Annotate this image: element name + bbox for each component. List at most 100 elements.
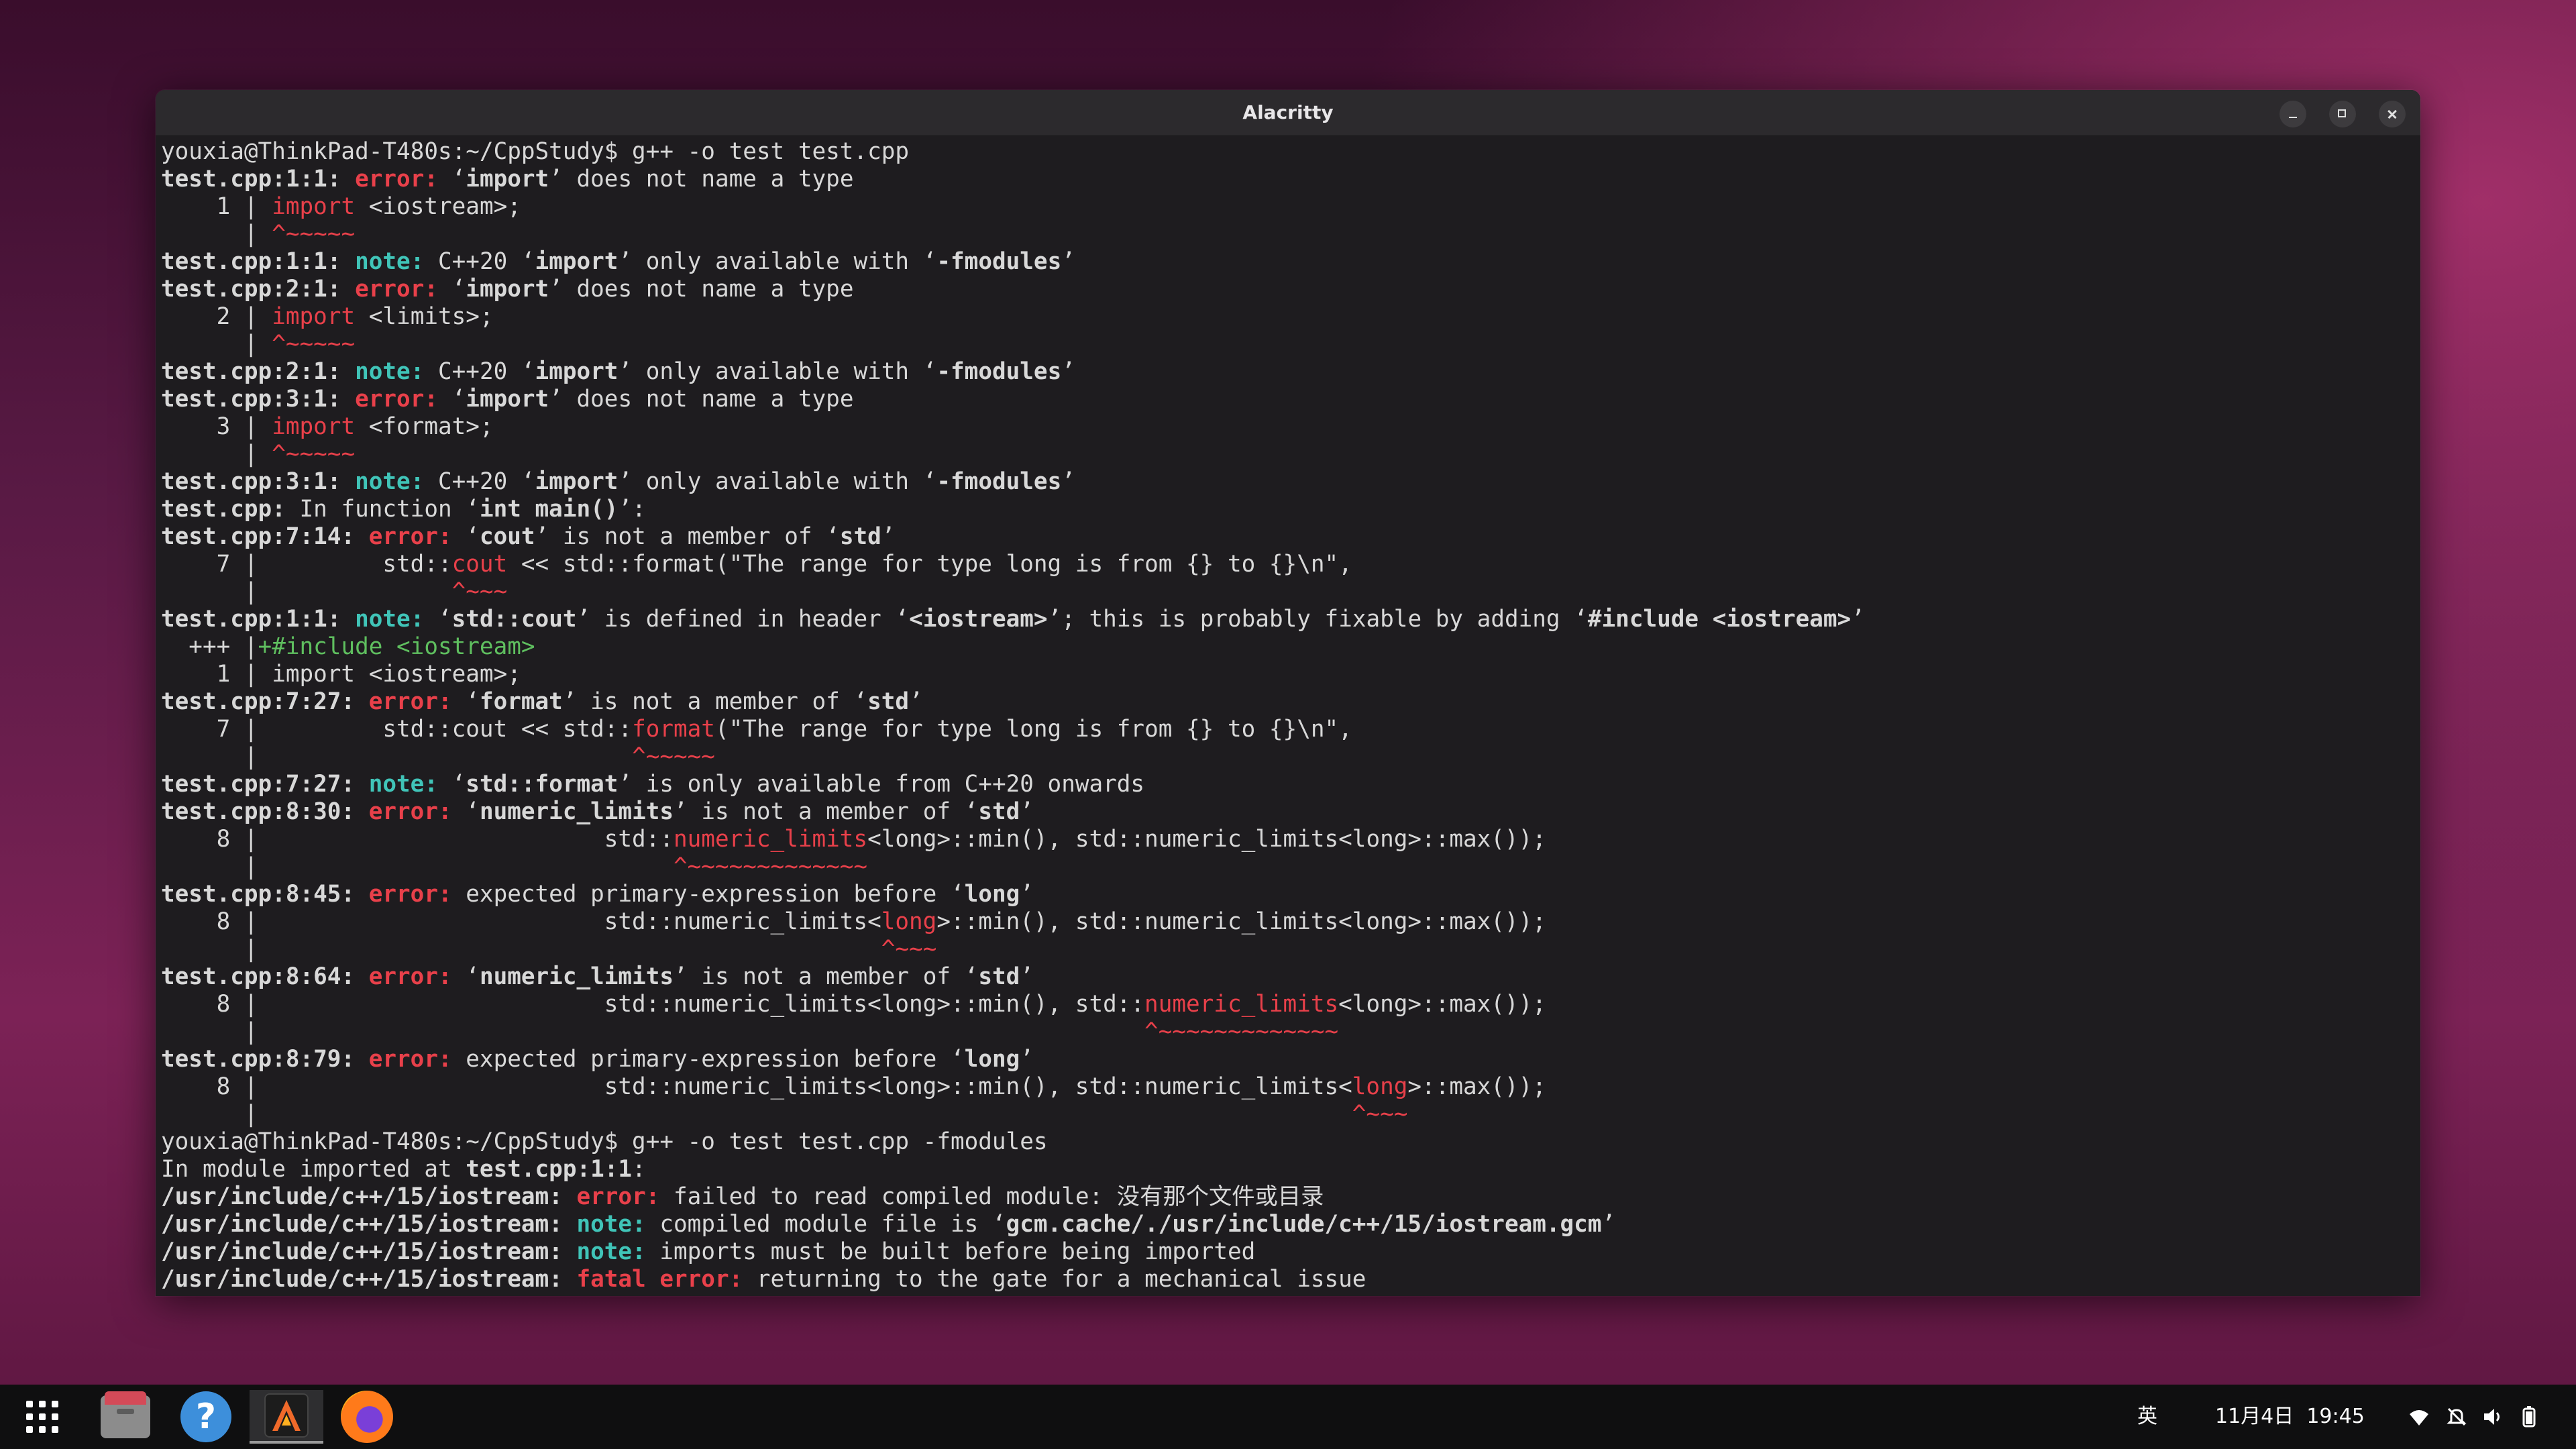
terminal-text: 8 | std::	[161, 826, 674, 853]
terminal-line: test.cpp:3:1: error: ‘import’ does not n…	[161, 386, 2415, 413]
terminal-line: test.cpp:8:30: error: ‘numeric_limits’ i…	[161, 798, 2415, 826]
terminal-text: ’ is defined in header ‘	[576, 606, 910, 633]
terminal-text: error:	[355, 166, 452, 193]
files-launcher[interactable]	[89, 1390, 162, 1444]
window-titlebar[interactable]: Alacritty	[156, 90, 2420, 136]
firefox-icon	[341, 1391, 393, 1443]
terminal-text: test.cpp:7:27:	[161, 771, 369, 798]
terminal-text: ’ is not a member of ‘	[562, 688, 868, 715]
firefox-launcher[interactable]	[330, 1390, 404, 1444]
terminal-text: import	[466, 276, 549, 303]
close-button[interactable]	[2379, 101, 2406, 127]
terminal-output[interactable]: youxia@ThinkPad-T480s:~/CppStudy$ g++ -o…	[161, 138, 2415, 1296]
terminal-text: ’ only available with ‘	[618, 248, 937, 275]
terminal-text: long	[964, 881, 1020, 908]
terminal-text: test.cpp:8:45:	[161, 881, 369, 908]
notifications-off-icon[interactable]	[2445, 1405, 2469, 1429]
terminal-line: 8 | std::numeric_limits<long>::min(), st…	[161, 908, 2415, 936]
terminal-text: 3 |	[161, 413, 272, 440]
terminal-line: test.cpp:7:27: error: ‘format’ is not a …	[161, 688, 2415, 716]
terminal-line: test.cpp:2:1: note: C++20 ‘import’ only …	[161, 358, 2415, 386]
terminal-text: error:	[355, 276, 452, 303]
terminal-text: error:	[355, 386, 452, 413]
terminal-text: imports must be built before being impor…	[659, 1238, 1256, 1265]
window-title: Alacritty	[1242, 101, 1334, 123]
terminal-text: :	[632, 1156, 646, 1183]
terminal-line: | ^~~~~~	[161, 441, 2415, 468]
wifi-icon[interactable]	[2407, 1405, 2431, 1429]
terminal-text: <long>::max());	[1338, 991, 1546, 1018]
terminal-text: test.cpp:2:1:	[161, 276, 356, 303]
terminal-text: test.cpp:1:1:	[161, 248, 356, 275]
help-launcher[interactable]: ?	[169, 1390, 243, 1444]
terminal-text: ’	[1020, 963, 1034, 990]
terminal-text: >::max());	[1407, 1073, 1546, 1100]
terminal-text: ’	[1020, 1046, 1034, 1073]
maximize-button[interactable]	[2329, 101, 2356, 127]
volume-icon[interactable]	[2481, 1405, 2505, 1429]
terminal-text: 8 | std::numeric_limits<long>::min(), st…	[161, 991, 1145, 1018]
terminal-text: ’	[1061, 358, 1075, 385]
terminal-text: youxia@ThinkPad-T480s:~/CppStudy$ g++ -o…	[161, 138, 910, 165]
terminal-text: numeric_limits	[1144, 991, 1339, 1018]
terminal-text: test.cpp:2:1:	[161, 358, 356, 385]
terminal-text: ’ does not name a type	[549, 166, 854, 193]
terminal-text: numeric_limits	[479, 798, 674, 825]
terminal-text: compiled module file is ‘	[659, 1211, 1006, 1238]
terminal-line: /usr/include/c++/15/iostream: error: fai…	[161, 1183, 2415, 1211]
terminal-line: | ^~~~~~	[161, 331, 2415, 358]
terminal-line: 8 | std::numeric_limits<long>::min(), st…	[161, 991, 2415, 1018]
terminal-line: 2 | import <limits>;	[161, 303, 2415, 331]
terminal-text: format	[632, 716, 715, 743]
terminal-text: ’	[881, 523, 896, 550]
terminal-text: import	[535, 248, 619, 275]
terminal-text: error:	[368, 688, 466, 715]
minimize-button[interactable]	[2279, 101, 2306, 127]
terminal-text: std	[839, 523, 881, 550]
terminal-text: std::cout	[451, 606, 577, 633]
terminal-text: ’	[1601, 1211, 1616, 1238]
terminal-text: /usr/include/c++/15/iostream:	[161, 1183, 577, 1210]
clock[interactable]: 11月4日 19:45	[2215, 1385, 2365, 1449]
terminal-text: <format>;	[355, 413, 494, 440]
terminal-line: 7 | std::cout << std::format("The range …	[161, 551, 2415, 578]
terminal-text: ^~~~	[1352, 1101, 1408, 1128]
terminal-line: | ^~~~~~~~~~~~~~	[161, 1018, 2415, 1046]
terminal-text: ’ is only available from C++20 onwards	[618, 771, 1145, 798]
terminal-line: /usr/include/c++/15/iostream: note: impo…	[161, 1238, 2415, 1266]
help-icon: ?	[180, 1391, 231, 1442]
files-icon	[101, 1391, 150, 1438]
terminal-text: cout	[479, 523, 535, 550]
terminal-text: ^~~~	[881, 936, 937, 963]
terminal-text: ‘	[466, 798, 480, 825]
show-apps-button[interactable]	[5, 1390, 79, 1444]
terminal-text: ’	[1061, 468, 1075, 495]
terminal-line: youxia@ThinkPad-T480s:~/CppStudy$ g++ -o…	[161, 1128, 2415, 1156]
terminal-text: long	[964, 1046, 1020, 1073]
terminal-text: In function ‘	[285, 496, 480, 523]
terminal-text: import	[535, 468, 619, 495]
battery-icon[interactable]	[2517, 1405, 2541, 1429]
terminal-text: error:	[576, 1183, 674, 1210]
terminal-text: ’	[1851, 606, 1865, 633]
input-method-indicator[interactable]: 英	[2137, 1385, 2157, 1449]
terminal-text: In module imported at	[161, 1156, 466, 1183]
terminal-text: import	[466, 386, 549, 413]
terminal-text: ’; this is probably fixable by adding ‘	[1047, 606, 1588, 633]
terminal-line: test.cpp:8:79: error: expected primary-e…	[161, 1046, 2415, 1073]
terminal-line: test.cpp:7:14: error: ‘cout’ is not a me…	[161, 523, 2415, 551]
terminal-text: 7 | std::cout << std::	[161, 716, 633, 743]
terminal-text: ‘	[451, 276, 466, 303]
terminal-text: |	[161, 221, 272, 248]
terminal-line: 8 | std::numeric_limits<long>::min(), st…	[161, 1073, 2415, 1101]
terminal-text: test.cpp:3:1:	[161, 468, 356, 495]
terminal-text: -fmodules	[936, 248, 1062, 275]
terminal-text: <limits>;	[355, 303, 494, 330]
terminal-text: ’ does not name a type	[549, 276, 854, 303]
terminal-text: C++20 ‘	[438, 468, 535, 495]
terminal-line: youxia@ThinkPad-T480s:~/CppStudy$ g++ -o…	[161, 138, 2415, 166]
alacritty-launcher[interactable]	[250, 1390, 323, 1444]
terminal-text: cout	[451, 551, 508, 578]
terminal-text: ^~~~~~~~~~~~~~	[1144, 1018, 1339, 1045]
terminal-text: expected primary-expression before ‘	[466, 1046, 965, 1073]
